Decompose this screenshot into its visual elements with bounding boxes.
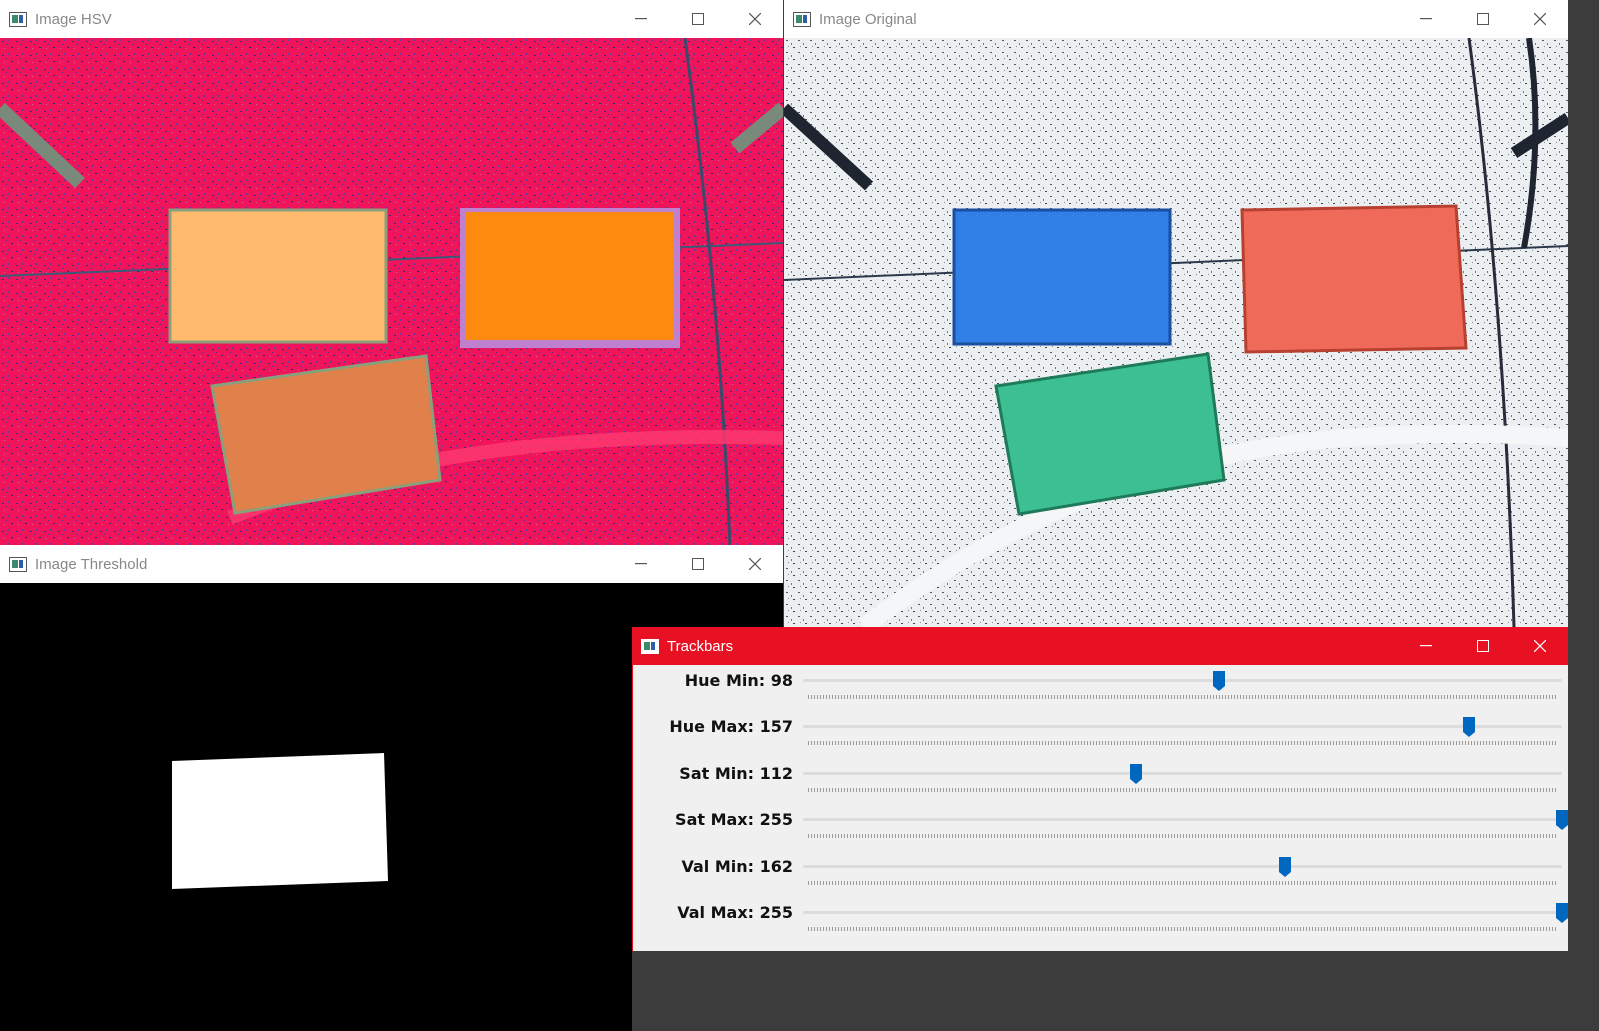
trackbar-label: Val Min: 162 [681,857,793,876]
close-icon[interactable] [726,545,783,583]
window-trackbars[interactable]: Trackbars Hue Min: 98 Hue Max: 157 Sat M… [632,627,1568,1031]
minimize-icon[interactable] [612,0,669,38]
slider-thumb[interactable] [1555,902,1568,924]
trackbar-sat-max[interactable]: Sat Max: 255 [633,804,1568,850]
slider-ticks [808,695,1558,699]
maximize-icon[interactable] [669,0,726,38]
maximize-icon[interactable] [669,545,726,583]
minimize-icon[interactable] [612,545,669,583]
slider-track[interactable] [803,679,1562,682]
trackbar-val-max[interactable]: Val Max: 255 [633,897,1568,943]
slider-thumb[interactable] [1555,809,1568,831]
titlebar[interactable]: Image HSV [0,0,783,39]
maximize-icon[interactable] [1454,0,1511,38]
maximize-icon[interactable] [1454,627,1511,665]
slider-thumb[interactable] [1129,763,1143,785]
trackbar-sat-min[interactable]: Sat Min: 112 [633,758,1568,804]
titlebar[interactable]: Trackbars [632,627,1568,665]
minimize-icon[interactable] [1397,0,1454,38]
slider-track[interactable] [803,865,1562,868]
trackbar-label: Sat Max: 255 [675,810,793,829]
trackbar-hue-max[interactable]: Hue Max: 157 [633,711,1568,757]
trackbar-val-min[interactable]: Val Min: 162 [633,851,1568,897]
slider-track[interactable] [803,818,1562,821]
slider-track[interactable] [803,772,1562,775]
trackbar-label: Sat Min: 112 [679,764,793,783]
window-image-original[interactable]: Image Original [784,0,1568,627]
slider-ticks [808,881,1558,885]
window-title: Image HSV [35,10,112,28]
slider-track[interactable] [803,725,1562,728]
window-image-hsv[interactable]: Image HSV [0,0,783,546]
slider-thumb[interactable] [1462,716,1476,738]
app-icon [793,12,811,27]
window-title: Image Original [819,10,917,28]
app-icon [9,12,27,27]
trackbar-label: Hue Max: 157 [669,717,793,736]
minimize-icon[interactable] [1397,627,1454,665]
original-image [784,37,1568,627]
close-icon[interactable] [1511,0,1568,38]
slider-ticks [808,834,1558,838]
trackbar-panel: Hue Min: 98 Hue Max: 157 Sat Min: 112 Sa… [632,665,1568,951]
slider-thumb[interactable] [1278,856,1292,878]
slider-track[interactable] [803,911,1562,914]
titlebar[interactable]: Image Threshold [0,545,783,584]
close-icon[interactable] [726,0,783,38]
hsv-image [0,37,783,546]
window-title: Trackbars [667,637,734,655]
slider-thumb[interactable] [1212,670,1226,692]
trackbar-label: Hue Min: 98 [684,671,793,690]
slider-ticks [808,741,1558,745]
slider-ticks [808,927,1558,931]
app-icon [641,639,659,654]
close-icon[interactable] [1511,627,1568,665]
trackbar-label: Val Max: 255 [677,903,793,922]
window-title: Image Threshold [35,555,148,573]
titlebar[interactable]: Image Original [784,0,1568,39]
app-icon [9,557,27,572]
trackbar-hue-min[interactable]: Hue Min: 98 [633,665,1568,711]
slider-ticks [808,788,1558,792]
